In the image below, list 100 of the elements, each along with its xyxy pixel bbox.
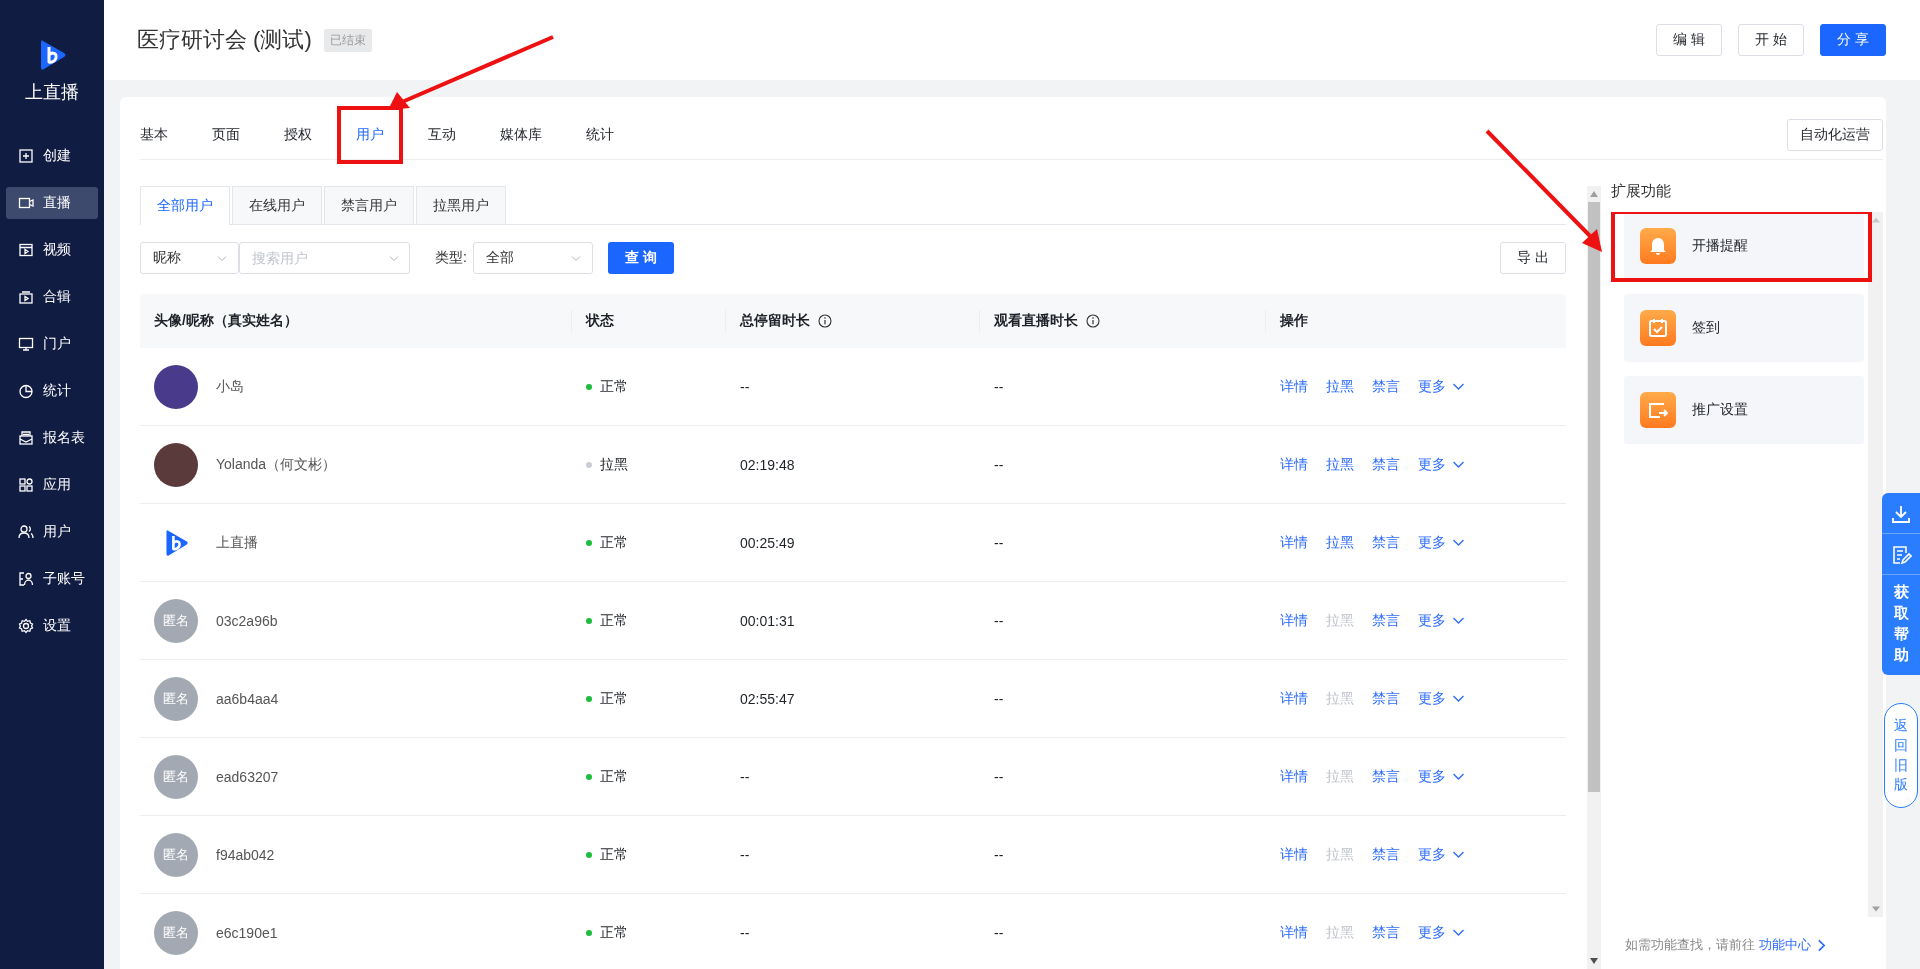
more-dropdown[interactable]: 更多 [1418,689,1465,708]
action-link[interactable]: 详情 [1280,689,1308,708]
header-button[interactable]: 分 享 [1820,24,1886,56]
action-link[interactable]: 详情 [1280,767,1308,786]
form-icon [18,430,34,446]
action-link[interactable]: 详情 [1280,455,1308,474]
action-link[interactable]: 禁言 [1372,455,1400,474]
old-version-button[interactable]: 返回旧版 [1884,703,1918,808]
sidebar-item[interactable]: 用户 [6,516,98,548]
scroll-down-icon [1590,958,1598,964]
action-link[interactable]: 详情 [1280,533,1308,552]
monitor-icon [18,336,34,352]
export-button[interactable]: 导 出 [1500,242,1566,274]
field-select[interactable]: 昵称 [140,242,239,274]
sidebar-item[interactable]: 合辑 [6,281,98,313]
action-link[interactable]: 禁言 [1372,767,1400,786]
tab[interactable]: 基本 [140,126,168,144]
scrollbar[interactable] [1868,212,1883,917]
hint-text: 如需功能查找，请前往 [1625,936,1755,954]
more-dropdown[interactable]: 更多 [1418,455,1465,474]
table-cell: -- [740,768,750,785]
film-icon [18,242,34,258]
feature-card[interactable]: 推广设置 [1624,376,1864,444]
table-cell: 00:25:49 [740,534,795,551]
user-tab[interactable]: 拉黑用户 [416,186,506,224]
sub-account-icon [18,571,34,587]
help-button[interactable]: 获取帮助 [1893,581,1909,665]
status-text: 正常 [600,689,628,708]
feature-card[interactable]: 开播提醒 [1624,212,1864,280]
feature-label: 开播提醒 [1692,237,1748,255]
action-link[interactable]: 禁言 [1372,611,1400,630]
column-header: 头像/昵称（真实姓名） [154,312,298,330]
tab[interactable]: 媒体库 [500,126,542,144]
action-link[interactable]: 禁言 [1372,689,1400,708]
action-link[interactable]: 禁言 [1372,845,1400,864]
sidebar-item[interactable]: 应用 [6,469,98,501]
tab[interactable]: 授权 [284,126,312,144]
type-label: 类型: [435,249,467,267]
action-link[interactable]: 详情 [1280,611,1308,630]
collection-icon [18,289,34,305]
more-dropdown[interactable]: 更多 [1418,377,1465,396]
tab[interactable]: 用户 [356,126,384,144]
sidebar-item[interactable]: 直播 [6,187,98,219]
bell-icon [1640,228,1676,264]
user-tab[interactable]: 全部用户 [140,186,230,225]
settings-icon [18,618,34,634]
sidebar-item[interactable]: 设置 [6,610,98,642]
status-text: 正常 [600,377,628,396]
status-text: 正常 [600,611,628,630]
action-link[interactable]: 详情 [1280,845,1308,864]
more-dropdown[interactable]: 更多 [1418,845,1465,864]
header-button[interactable]: 开 始 [1738,24,1805,56]
action-link[interactable]: 拉黑 [1326,533,1354,552]
header-button[interactable]: 编 辑 [1656,24,1723,56]
table-cell: -- [994,456,1004,473]
action-link[interactable]: 详情 [1280,377,1308,396]
more-dropdown[interactable]: 更多 [1418,611,1465,630]
user-tab[interactable]: 在线用户 [232,186,322,224]
type-select[interactable]: 全部 [472,242,593,274]
action-link[interactable]: 禁言 [1372,377,1400,396]
share-box-icon [1640,392,1676,428]
action-link[interactable]: 禁言 [1372,533,1400,552]
search-field[interactable]: 搜索用户 [239,242,410,274]
table-cell: -- [994,768,1004,785]
status-text: 正常 [600,923,628,942]
query-button[interactable]: 查 询 [607,242,674,274]
sidebar-item[interactable]: 创建 [6,140,98,172]
more-dropdown[interactable]: 更多 [1418,533,1465,552]
table-cell: -- [994,378,1004,395]
table-cell: 00:01:31 [740,612,795,629]
sidebar-item[interactable]: 门户 [6,328,98,360]
tab[interactable]: 页面 [212,126,240,144]
sidebar-item[interactable]: 子账号 [6,563,98,595]
automation-button[interactable]: 自动化运营 [1787,119,1883,151]
tab[interactable]: 互动 [428,126,456,144]
avatar: 匿名 [154,676,198,721]
feature-card[interactable]: 签到 [1624,294,1864,362]
column-header: 总停留时长 [740,312,810,330]
sidebar-item[interactable]: 报名表 [6,422,98,454]
action-link[interactable]: 详情 [1280,923,1308,942]
download-icon [1890,503,1912,525]
feature-center-link[interactable]: 功能中心 [1759,936,1828,954]
scroll-down-icon [1871,906,1880,912]
sidebar-item[interactable]: 视频 [6,234,98,266]
column-header: 观看直播时长 [994,312,1078,330]
action-link[interactable]: 拉黑 [1326,455,1354,474]
more-dropdown[interactable]: 更多 [1418,923,1465,942]
action-link[interactable]: 拉黑 [1326,377,1354,396]
action-link[interactable]: 禁言 [1372,923,1400,942]
apps-icon [18,477,34,493]
tab[interactable]: 统计 [586,126,614,144]
table-cell: -- [994,612,1004,629]
more-dropdown[interactable]: 更多 [1418,767,1465,786]
user-tab[interactable]: 禁言用户 [324,186,414,224]
status-text: 拉黑 [600,455,628,474]
scrollbar[interactable] [1587,186,1601,969]
column-header: 状态 [586,312,614,330]
table-cell: -- [994,846,1004,863]
scroll-up-icon [1871,217,1880,223]
sidebar-item[interactable]: 统计 [6,375,98,407]
